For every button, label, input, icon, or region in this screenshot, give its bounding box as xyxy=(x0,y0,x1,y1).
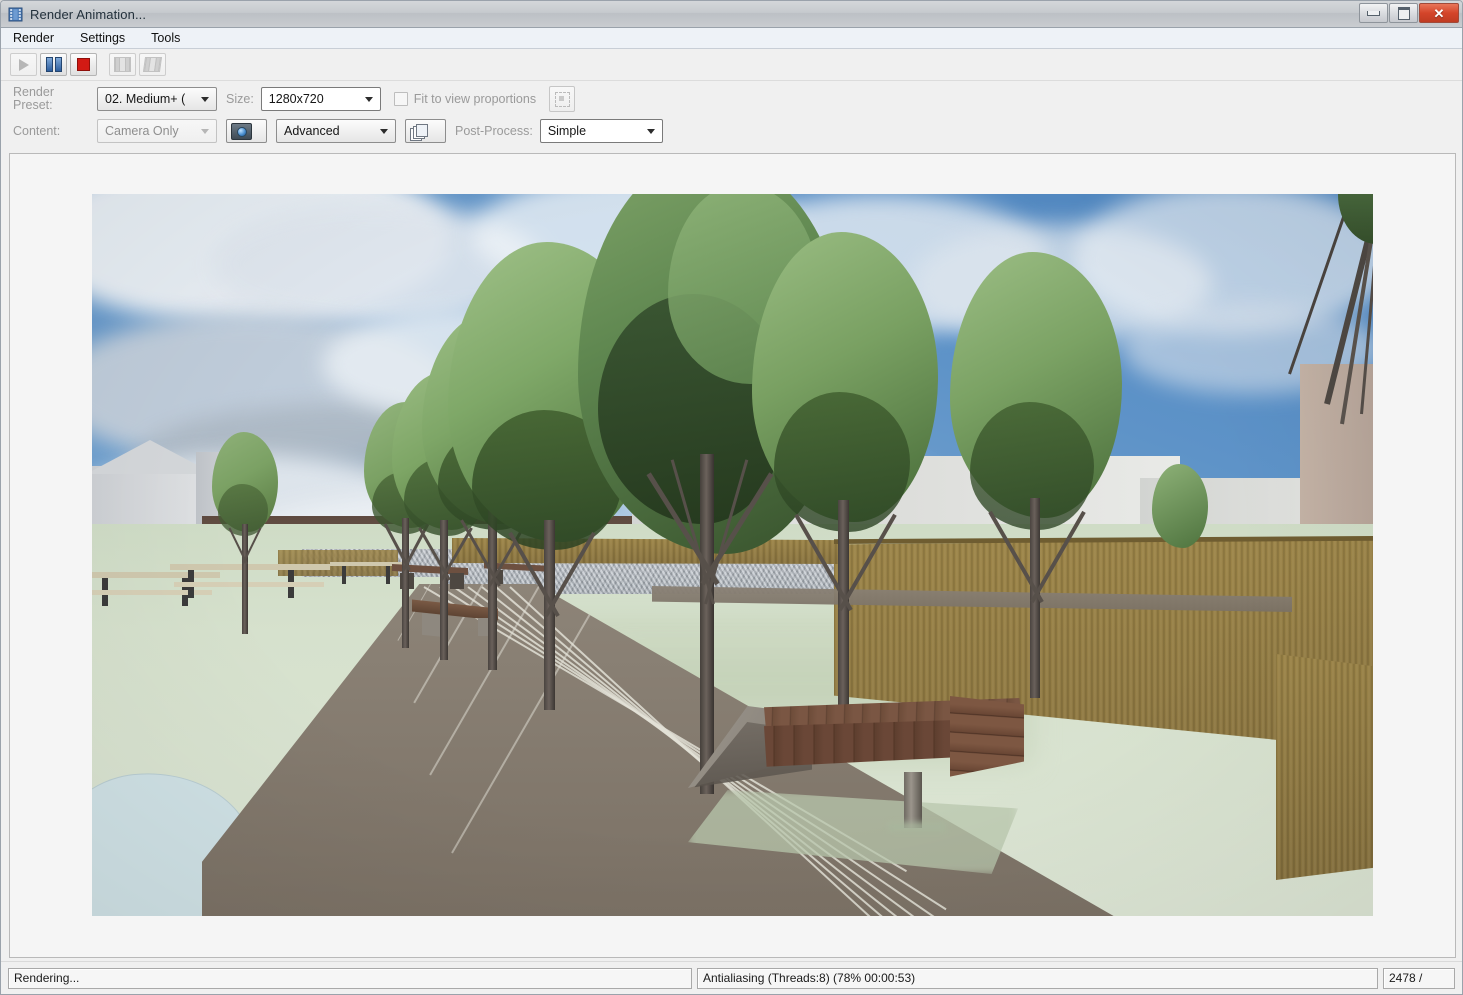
bench-leg-shadow xyxy=(888,822,946,832)
tree-trunk xyxy=(700,454,714,794)
play-button[interactable] xyxy=(10,53,37,76)
picnic-table xyxy=(386,566,390,584)
picnic-table xyxy=(174,582,324,587)
window-titlebar[interactable]: Render Animation... ✕ xyxy=(1,1,1462,28)
size-value: 1280x720 xyxy=(268,92,324,106)
tree-trunk xyxy=(402,518,409,648)
tree-trunk xyxy=(440,520,448,660)
layers-settings-button[interactable] xyxy=(405,119,446,143)
size-select[interactable]: 1280x720 xyxy=(260,87,381,111)
render-preset-label-line2: Preset: xyxy=(13,98,53,112)
render-controls: Render Preset: 02. Medium+ ( Size: 1280x… xyxy=(1,81,1462,151)
bench-leg xyxy=(904,772,922,828)
render-preset-label: Render Preset: xyxy=(13,86,97,112)
window-controls: ✕ xyxy=(1358,3,1459,23)
screenshot-root: Render Animation... ✕ Render Settings To… xyxy=(0,0,1463,995)
menu-settings[interactable]: Settings xyxy=(78,30,127,46)
transport-toolbar xyxy=(1,49,1462,81)
chevron-down-icon xyxy=(201,97,209,102)
fit-to-view-icon xyxy=(554,91,570,107)
frames-button[interactable] xyxy=(109,53,136,76)
tree-canopy xyxy=(1152,464,1208,548)
checkbox-box xyxy=(393,92,408,106)
maximize-icon xyxy=(1397,6,1410,20)
menubar: Render Settings Tools xyxy=(1,28,1462,49)
content-select[interactable]: Camera Only xyxy=(97,119,217,143)
chevron-down-icon xyxy=(380,129,388,134)
bench-midground-leg xyxy=(478,618,488,636)
quality-value: Advanced xyxy=(284,124,340,138)
play-icon xyxy=(18,58,29,71)
close-icon: ✕ xyxy=(1433,5,1445,21)
menu-tools[interactable]: Tools xyxy=(149,30,182,46)
camera-settings-button[interactable] xyxy=(226,119,267,143)
tree-trunk xyxy=(838,500,849,730)
render-preview-area[interactable] xyxy=(9,153,1456,958)
maximize-button[interactable] xyxy=(1389,3,1418,23)
fit-to-view-checkbox[interactable]: Fit to view proportions xyxy=(393,92,537,106)
picnic-table xyxy=(342,566,346,584)
film-strip-icon xyxy=(8,7,23,22)
render-preset-row: Render Preset: 02. Medium+ ( Size: 1280x… xyxy=(1,83,1462,115)
content-value: Camera Only xyxy=(105,124,179,138)
post-process-select[interactable]: Simple xyxy=(539,119,663,143)
picnic-table xyxy=(92,590,212,595)
render-animation-window: Render Animation... ✕ Render Settings To… xyxy=(0,0,1463,995)
stop-button[interactable] xyxy=(70,53,97,76)
statusbar: Rendering... Antialiasing (Threads:8) (7… xyxy=(1,961,1462,994)
fit-to-view-label: Fit to view proportions xyxy=(413,92,537,106)
fit-to-view-button[interactable] xyxy=(549,86,576,112)
status-right: 2478 / xyxy=(1383,967,1455,989)
wood-fence-foreground xyxy=(1276,654,1373,880)
close-button[interactable]: ✕ xyxy=(1419,3,1459,23)
status-left: Rendering... xyxy=(8,967,692,989)
tree-trunk xyxy=(242,524,248,634)
camera-icon xyxy=(231,122,252,140)
tree-trunk xyxy=(488,510,497,670)
layers-icon xyxy=(410,123,428,141)
minimize-icon xyxy=(1367,10,1380,16)
content-row: Content: Camera Only Advanced Post-Proce… xyxy=(1,115,1462,147)
window-title: Render Animation... xyxy=(30,6,147,22)
quality-select[interactable]: Advanced xyxy=(276,119,396,143)
post-process-label: Post-Process: xyxy=(455,124,533,138)
stop-icon xyxy=(77,58,90,71)
chevron-down-icon xyxy=(201,129,209,134)
picnic-table xyxy=(170,564,330,570)
render-preset-value: 02. Medium+ ( xyxy=(105,92,186,106)
pause-icon xyxy=(45,57,62,72)
film-strip-icon xyxy=(114,57,131,72)
bench-background xyxy=(450,573,464,589)
status-center: Antialiasing (Threads:8) (78% 00:00:53) xyxy=(697,967,1378,989)
chevron-down-icon xyxy=(646,129,655,134)
size-label: Size: xyxy=(226,92,254,106)
chevron-down-icon xyxy=(364,97,373,102)
minimize-button[interactable] xyxy=(1359,3,1388,23)
pause-button[interactable] xyxy=(40,53,67,76)
post-process-value: Simple xyxy=(547,124,587,138)
picnic-table xyxy=(92,572,220,578)
render-preset-select[interactable]: 02. Medium+ ( xyxy=(97,87,217,111)
export-button[interactable] xyxy=(139,53,166,76)
menu-render[interactable]: Render xyxy=(11,30,56,46)
rendered-image xyxy=(92,194,1373,916)
film-export-icon xyxy=(142,57,163,72)
content-label: Content: xyxy=(13,124,61,138)
